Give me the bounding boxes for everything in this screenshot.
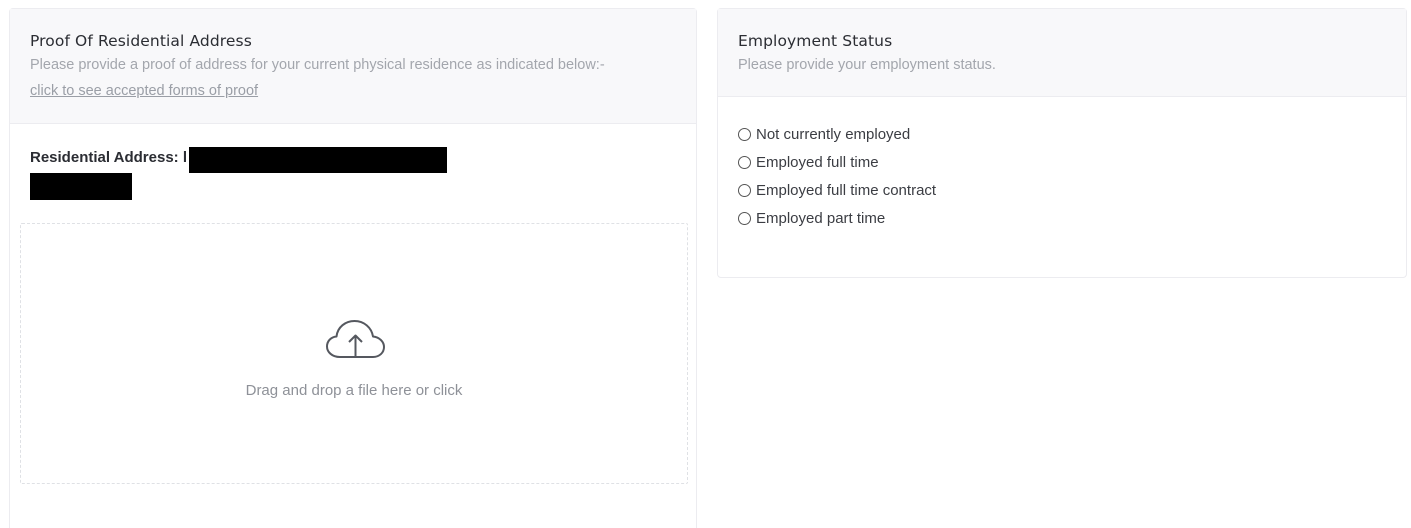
option-label: Employed part time bbox=[756, 209, 886, 227]
redaction-bar bbox=[189, 147, 447, 173]
employment-card-title: Employment Status bbox=[738, 32, 893, 50]
radio-button[interactable] bbox=[738, 211, 751, 225]
option-not-employed[interactable]: Not currently employed bbox=[738, 120, 936, 148]
option-part-time[interactable]: Employed part time bbox=[738, 204, 936, 232]
radio-button[interactable] bbox=[738, 183, 751, 197]
proof-card-header: Proof Of Residential Address Please prov… bbox=[10, 9, 696, 124]
employment-status-card: Employment Status Please provide your em… bbox=[717, 8, 1407, 278]
employment-card-subtitle: Please provide your employment status. bbox=[738, 57, 996, 73]
residential-address-label: Residential Address: l bbox=[30, 149, 187, 166]
radio-button[interactable] bbox=[738, 155, 751, 169]
employment-card-header: Employment Status Please provide your em… bbox=[718, 9, 1406, 97]
option-label: Employed full time bbox=[756, 153, 879, 171]
redaction-bar bbox=[30, 173, 132, 200]
option-full-time[interactable]: Employed full time bbox=[738, 148, 936, 176]
dropzone-text: Drag and drop a file here or click bbox=[245, 382, 463, 399]
employment-options: Not currently employed Employed full tim… bbox=[738, 120, 936, 232]
option-full-time-contract[interactable]: Employed full time contract bbox=[738, 176, 936, 204]
accepted-proof-link[interactable]: click to see accepted forms of proof bbox=[30, 82, 258, 101]
radio-button[interactable] bbox=[738, 127, 751, 141]
proof-card-subtitle: Please provide a proof of address for yo… bbox=[30, 57, 605, 73]
proof-card-title: Proof Of Residential Address bbox=[30, 32, 252, 50]
option-label: Employed full time contract bbox=[756, 181, 937, 199]
cloud-upload-icon bbox=[326, 320, 385, 358]
proof-of-address-card: Proof Of Residential Address Please prov… bbox=[9, 8, 697, 528]
file-dropzone[interactable]: Drag and drop a file here or click bbox=[20, 223, 688, 484]
option-label: Not currently employed bbox=[756, 125, 911, 143]
